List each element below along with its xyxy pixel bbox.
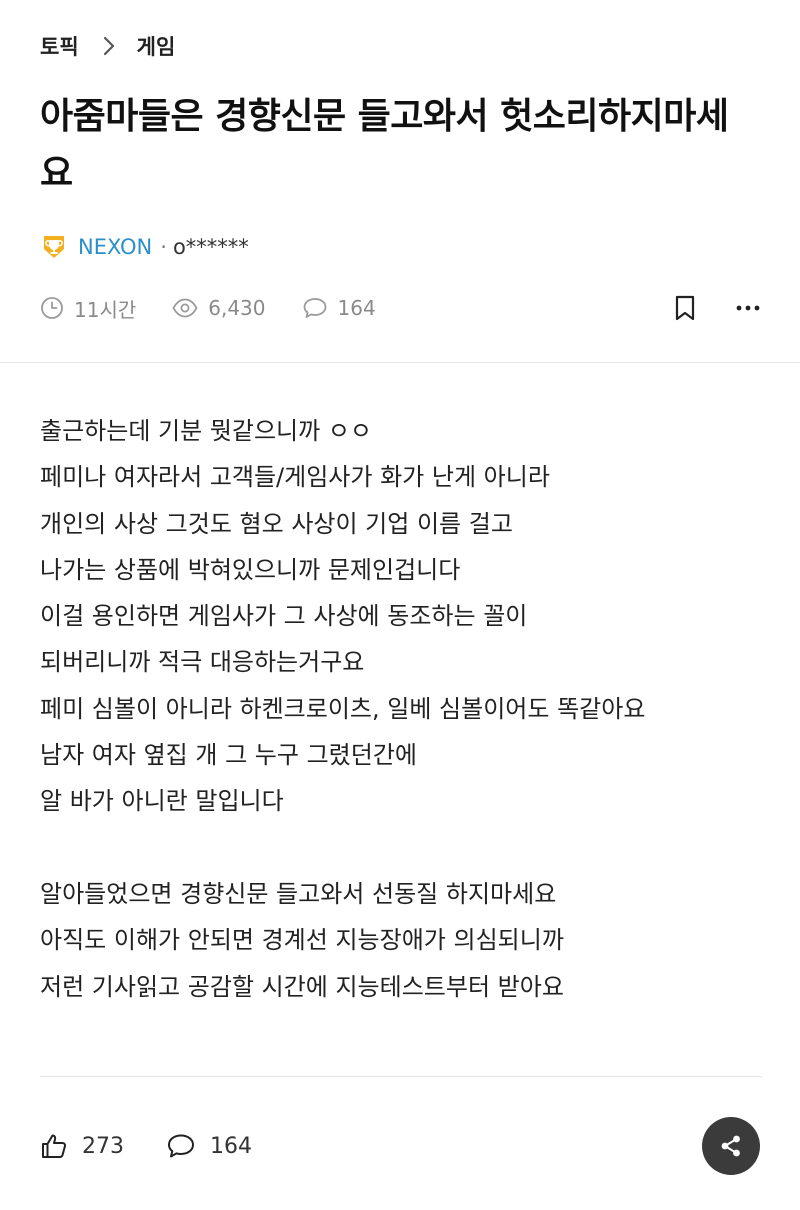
post-meta: 11시간 6,430 164	[40, 290, 412, 326]
share-icon	[721, 1135, 740, 1157]
speech-bubble-icon	[303, 298, 326, 318]
breadcrumb: 토픽 게임	[40, 30, 175, 62]
body-line: 알 바가 아니란 말입니다	[40, 787, 284, 816]
body-line: 남자 여자 옆집 개 그 누구 그렸던간에	[40, 741, 417, 770]
bookmark-icon[interactable]	[674, 295, 696, 321]
post-comments[interactable]: 164	[302, 296, 376, 320]
body-line: 나가는 상품에 박혀있으니까 문제인겁니다	[40, 555, 461, 584]
body-line: 페미나 여자라서 고객들/게임사가 화가 난게 아니라	[40, 463, 550, 492]
post-body: 출근하는데 기분 뭣같으니까 ㅇㅇ 페미나 여자라서 고객들/게임사가 화가 난…	[40, 408, 770, 1010]
body-line: 아직도 이해가 안되면 경계선 지능장애가 의심되니까	[40, 926, 564, 955]
clock-icon	[41, 297, 63, 319]
body-line: 개인의 사상 그것도 혐오 사상이 기업 이름 걸고	[40, 509, 513, 538]
post-title: 아줌마들은 경향신문 들고와서 헛소리하지마세요	[40, 96, 729, 194]
speech-bubble-icon	[168, 1134, 194, 1158]
header-divider	[0, 362, 800, 363]
post-footer: 273 164	[40, 1126, 294, 1166]
separator-dot: ·	[160, 235, 167, 259]
body-line: 알아들었으면 경향신문 들고와서 선동질 하지마세요	[40, 879, 557, 908]
post-time: 11시간	[40, 294, 136, 323]
thumbs-up-icon	[42, 1134, 67, 1158]
author-name: o******	[172, 235, 249, 259]
body-line: 되버리니까 적극 대응하는거구요	[40, 648, 365, 677]
time-label: 11시간	[74, 297, 137, 322]
footer-comment-count: 164	[210, 1133, 252, 1159]
eye-icon	[172, 298, 198, 318]
footer-divider	[40, 1076, 762, 1077]
views-count: 6,430	[208, 296, 266, 320]
share-button[interactable]	[702, 1117, 760, 1175]
company-link[interactable]: NEXON	[78, 235, 152, 259]
more-dots-icon[interactable]	[736, 304, 760, 312]
body-line: 출근하는데 기분 뭣같으니까 ㅇㅇ	[40, 417, 373, 445]
trophy-icon	[40, 233, 68, 261]
breadcrumb-topic[interactable]: 토픽	[40, 31, 79, 61]
comments-count: 164	[337, 296, 376, 320]
body-line	[40, 825, 770, 871]
author-row: NEXON · o******	[40, 230, 249, 264]
body-line: 저런 기사읽고 공감할 시간에 지능테스트부터 받아요	[40, 972, 564, 1001]
body-line: 이걸 용인하면 게임사가 그 사상에 동조하는 꼴이	[40, 602, 528, 631]
like-count: 273	[82, 1133, 124, 1159]
like-button[interactable]: 273	[40, 1132, 124, 1160]
breadcrumb-category[interactable]: 게임	[137, 31, 176, 61]
comment-button[interactable]: 164	[166, 1132, 252, 1160]
body-line: 페미 심볼이 아니라 하켄크로이츠, 일베 심볼이어도 똑같아요	[40, 694, 646, 723]
chevron-right-icon	[103, 36, 115, 56]
post-actions	[674, 290, 760, 326]
post-views: 6,430	[172, 296, 266, 320]
